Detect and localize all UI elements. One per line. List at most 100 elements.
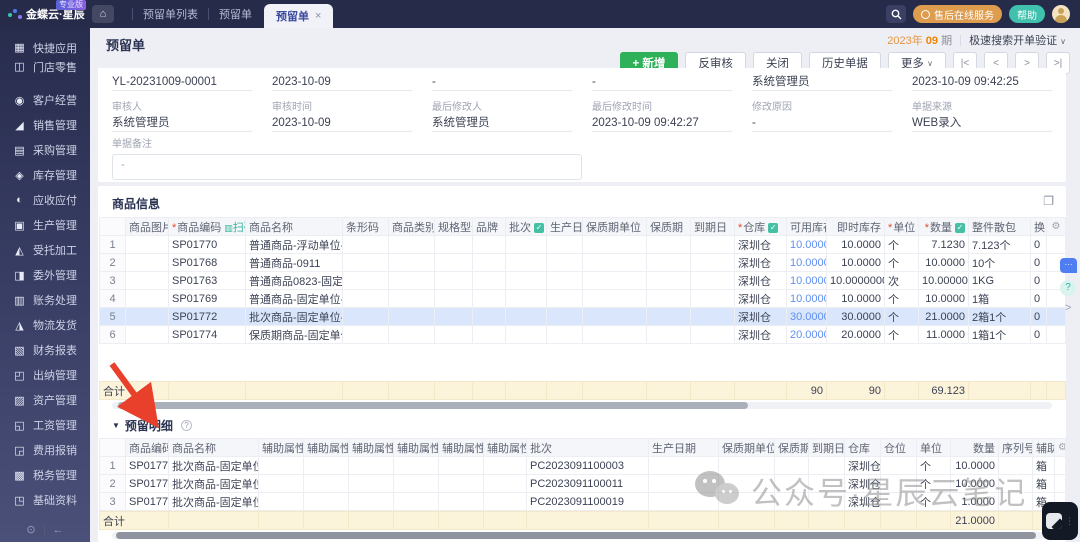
available-stock-link[interactable]: 10.0000 — [787, 236, 827, 254]
cell-name: 保质期商品-固定单位-0911 — [246, 326, 343, 344]
app-window: 金蝶云·星辰 专业版 ⌂ 预留单列表 预留单 预留单 × 售后在线服务 帮助 — [0, 0, 1080, 542]
cell-batch: PC2023091100003 — [527, 457, 649, 475]
col-shelf-life: 保质期 — [775, 439, 809, 457]
tab-reservation-active[interactable]: 预留单 × — [264, 4, 333, 28]
cell-code: SP01768 — [169, 254, 246, 272]
expand-icon[interactable]: ❐ — [1043, 194, 1054, 208]
base-data-icon: ◳ — [13, 494, 26, 507]
available-stock-link[interactable]: 10.0000000... — [787, 272, 827, 290]
sidebar-item-store-retail[interactable]: ◫门店零售 — [0, 57, 90, 76]
detail-row-3[interactable]: 3 SP01772 批次商品-固定单位-0911 PC2023091100019… — [100, 493, 1066, 511]
available-stock-link[interactable]: 10.0000 — [787, 254, 827, 272]
quick-search-verify-dropdown[interactable]: 极速搜索开单验证 ∨ — [969, 32, 1066, 48]
field-3[interactable]: - — [432, 74, 572, 91]
remark-input[interactable]: - — [112, 154, 582, 180]
goods-row-5-selected[interactable]: 5 SP01772 批次商品-固定单位-0911 深圳仓 30.0000 30.… — [100, 308, 1066, 326]
create-time-field[interactable]: 2023-10-09 09:42:25 — [912, 74, 1052, 91]
detail-horizontal-scrollbar[interactable] — [112, 532, 1052, 539]
sidebar-item-expense[interactable]: ◲费用报销 — [0, 441, 90, 459]
cell-name: 普通商品-浮动单位-0911 — [246, 236, 343, 254]
assets-icon: ▨ — [13, 394, 26, 407]
sidebar-item-payroll[interactable]: ◱工资管理 — [0, 416, 90, 434]
col-package: 整件散包 — [969, 218, 1031, 236]
close-tab-icon[interactable]: × — [315, 10, 321, 22]
settings-icon[interactable]: ⊙ — [26, 523, 35, 536]
collapse-icon[interactable]: ▼ — [112, 421, 120, 430]
sidebar-item-production[interactable]: ▣生产管理 — [0, 216, 90, 234]
financial-report-icon: ▧ — [13, 344, 26, 357]
available-stock-link[interactable]: 30.0000 — [787, 308, 827, 326]
sidebar-item-tax[interactable]: ▩税务管理 — [0, 466, 90, 484]
detail-row-2[interactable]: 2 SP01772 批次商品-固定单位-0911 PC2023091100011… — [100, 475, 1066, 493]
video-app-logo — [1046, 513, 1062, 529]
bill-source-field[interactable]: WEB录入 — [912, 115, 1052, 132]
sidebar-item-quick-apps[interactable]: ▦快捷应用 — [0, 38, 90, 57]
goods-row-2[interactable]: 2 SP01768 普通商品-0911 深圳仓 10.0000 10.0000 … — [100, 254, 1066, 272]
column-settings-gear-icon[interactable]: ⚙ — [1047, 218, 1066, 236]
sidebar-item-assets[interactable]: ▨资产管理 — [0, 391, 90, 409]
auditor-field[interactable]: 系统管理员 — [112, 115, 252, 132]
outsourcing-icon: ◨ — [13, 269, 26, 282]
sidebar-item-customer[interactable]: ◉客户经营 — [0, 91, 90, 109]
goods-horizontal-scrollbar[interactable] — [112, 402, 1052, 409]
sidebar-item-outsourcing[interactable]: ◨委外管理 — [0, 266, 90, 284]
expand-panel-icon[interactable]: > — [1065, 302, 1080, 314]
collapse-sidebar-icon[interactable]: ← — [53, 524, 64, 536]
sidebar-item-logistics[interactable]: ◮物流发货 — [0, 316, 90, 334]
home-icon[interactable]: ⌂ — [92, 5, 114, 23]
inventory-icon: ◈ — [13, 169, 26, 182]
bill-date-field[interactable]: 2023-10-09 — [272, 74, 412, 91]
feedback-chat-icon[interactable]: ··· — [1060, 258, 1077, 273]
last-modifier-field[interactable]: 系统管理员 — [432, 115, 572, 132]
sidebar-item-financial-report[interactable]: ▧财务报表 — [0, 341, 90, 359]
col-aux-attr-1: 辅助属性1 — [304, 439, 349, 457]
period-row: 2023年 09 期 极速搜索开单验证 ∨ — [887, 32, 1066, 48]
after-sales-service-button[interactable]: 售后在线服务 — [913, 5, 1002, 23]
sidebar-item-purchase[interactable]: ▤采购管理 — [0, 141, 90, 159]
modify-reason-field[interactable]: - — [752, 115, 892, 132]
sidebar-item-ar-ap[interactable]: ◐应收应付 — [0, 191, 90, 209]
detail-header-row: 商品编码 商品名称 辅助属性 辅助属性1 辅助属性2 辅助属性3 辅助属性4 辅… — [100, 439, 1066, 457]
goods-row-1[interactable]: 1 SP01770 普通商品-浮动单位-0911 深圳仓 10.0000 10.… — [100, 236, 1066, 254]
audit-time-field[interactable]: 2023-10-09 — [272, 115, 412, 132]
bill-no-field[interactable]: YL-20231009-00001 — [112, 74, 252, 91]
search-icon[interactable] — [886, 5, 906, 23]
cashier-icon: ◰ — [13, 369, 26, 382]
col-aux-attr-4: 辅助属性4 — [439, 439, 484, 457]
sidebar-item-base-data[interactable]: ◳基础资料 — [0, 491, 90, 509]
goods-totals-row: 合计 90 90 69.123 — [99, 381, 1066, 400]
tab-reservation-list[interactable]: 预留单列表 — [143, 6, 198, 22]
last-modifier-label: 最后修改人 — [432, 101, 572, 115]
tab-reservation[interactable]: 预留单 — [219, 6, 252, 22]
main-content: 预留单 2023年 09 期 极速搜索开单验证 ∨ + 新增 反审核 关闭 历史… — [90, 28, 1080, 542]
goods-row-4[interactable]: 4 SP01769 普通商品-固定单位-0911 深圳仓 10.0000 10.… — [100, 290, 1066, 308]
after-sales-label: 售后在线服务 — [934, 7, 994, 22]
column-settings-gear-icon[interactable]: ⚙ — [1055, 439, 1066, 457]
sidebar-item-inventory[interactable]: ◈库存管理 — [0, 166, 90, 184]
detail-totals-row: 合计 21.0000 — [99, 511, 1066, 530]
col-aux-attr-3: 辅助属性3 — [394, 439, 439, 457]
col-qty: *数量✓ — [919, 218, 969, 236]
help-button[interactable]: 帮助 — [1009, 5, 1045, 23]
user-avatar[interactable] — [1052, 5, 1070, 23]
cell-code: SP01763 — [169, 272, 246, 290]
floating-video-widget[interactable]: ⋮ — [1042, 502, 1078, 540]
goods-row-3[interactable]: 3 SP01763 普通商品0823-固定多单位 深圳仓 10.0000000.… — [100, 272, 1066, 290]
detail-row-1[interactable]: 1 SP01772 批次商品-固定单位-0911 PC2023091100003… — [100, 457, 1066, 475]
page-title: 预留单 — [106, 35, 145, 54]
goods-row-6[interactable]: 6 SP01774 保质期商品-固定单位-0911 深圳仓 20.0000 20… — [100, 326, 1066, 344]
sidebar-item-cashier[interactable]: ◰出纳管理 — [0, 366, 90, 384]
scan-code-icon[interactable]: ▥扫码 — [224, 222, 245, 234]
col-product-image: 商品图片 — [126, 218, 169, 236]
detail-section-header: ▼ 预留明细 ? — [98, 409, 1066, 438]
cell-batch: PC2023091100019 — [527, 493, 649, 511]
field-4[interactable]: - — [592, 74, 732, 91]
available-stock-link[interactable]: 20.0000 — [787, 326, 827, 344]
last-modified-time-field[interactable]: 2023-10-09 09:42:27 — [592, 115, 732, 132]
creator-field[interactable]: 系统管理员 — [752, 74, 892, 91]
available-stock-link[interactable]: 10.0000 — [787, 290, 827, 308]
sidebar-item-sales[interactable]: ◢销售管理 — [0, 116, 90, 134]
sidebar-item-accounting[interactable]: ▥账务处理 — [0, 291, 90, 309]
sidebar-item-consigned-processing[interactable]: ◭受托加工 — [0, 241, 90, 259]
help-float-icon[interactable]: ? — [1060, 280, 1076, 296]
